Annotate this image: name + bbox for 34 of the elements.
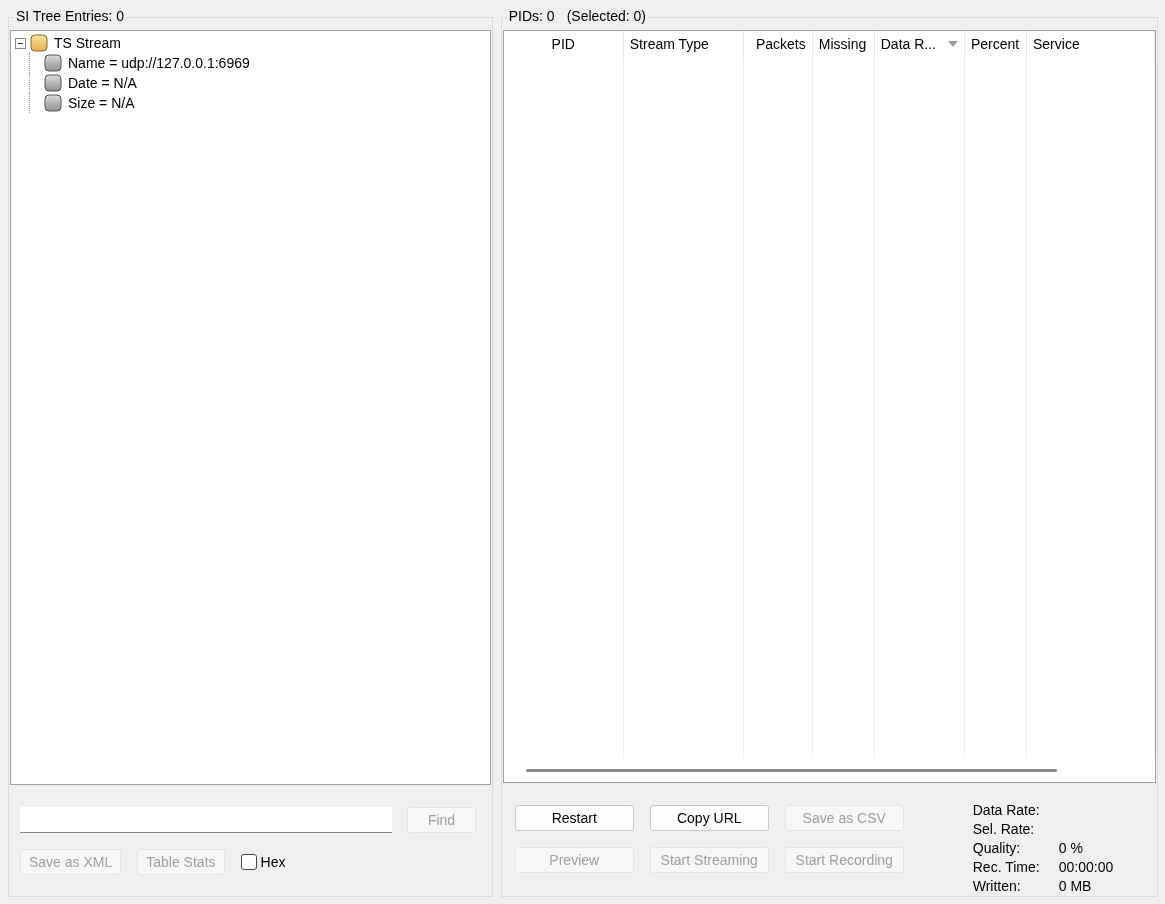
rounded-square-icon	[44, 54, 62, 72]
selected-count: (Selected: 0)	[566, 8, 647, 24]
group-title: SI Tree Entries: 0	[14, 8, 127, 24]
stat-label: Rec. Time:	[972, 858, 1041, 875]
tree-item[interactable]: Date = N/A	[66, 75, 137, 91]
checkbox-label[interactable]: Hex	[260, 854, 286, 870]
column-header[interactable]: Stream Type	[623, 31, 744, 57]
checkbox[interactable]	[240, 854, 257, 870]
scrollbar-thumb[interactable]	[525, 768, 1057, 772]
tree-item[interactable]: Name = udp://127.0.0.1:6969	[66, 55, 250, 71]
stat-value: 0 MB	[1058, 877, 1092, 894]
stat-value: 0 %	[1058, 840, 1083, 856]
action-button[interactable]: Copy URL	[649, 805, 769, 831]
tree-item[interactable]: Size = N/A	[66, 95, 135, 111]
column-header[interactable]: Data R...	[874, 31, 965, 57]
stat-label: Quality:	[972, 840, 1022, 856]
stat-label: Sel. Rate:	[972, 821, 1036, 838]
rounded-square-icon	[44, 74, 62, 92]
column-header[interactable]: Missing	[812, 31, 875, 57]
rounded-square-icon	[44, 94, 62, 112]
group-title: PIDs: 0	[508, 8, 555, 24]
stat-value: 00:00:00	[1058, 858, 1114, 875]
column-header[interactable]: PID	[503, 31, 624, 57]
sort-arrow-icon	[948, 41, 958, 47]
action-button[interactable]: Restart	[514, 805, 634, 831]
search-field[interactable]	[20, 807, 392, 833]
stat-label: Data Rate:	[972, 802, 1041, 819]
collapse-toggle-icon[interactable]	[15, 37, 26, 49]
tree-item[interactable]: TS Stream	[52, 35, 121, 51]
column-header[interactable]: Percent	[965, 31, 1027, 57]
column-header[interactable]: Service	[1027, 31, 1155, 57]
stat-label: Written:	[972, 877, 1022, 894]
rounded-square-icon	[30, 34, 48, 52]
column-header[interactable]: Packets	[743, 31, 813, 57]
